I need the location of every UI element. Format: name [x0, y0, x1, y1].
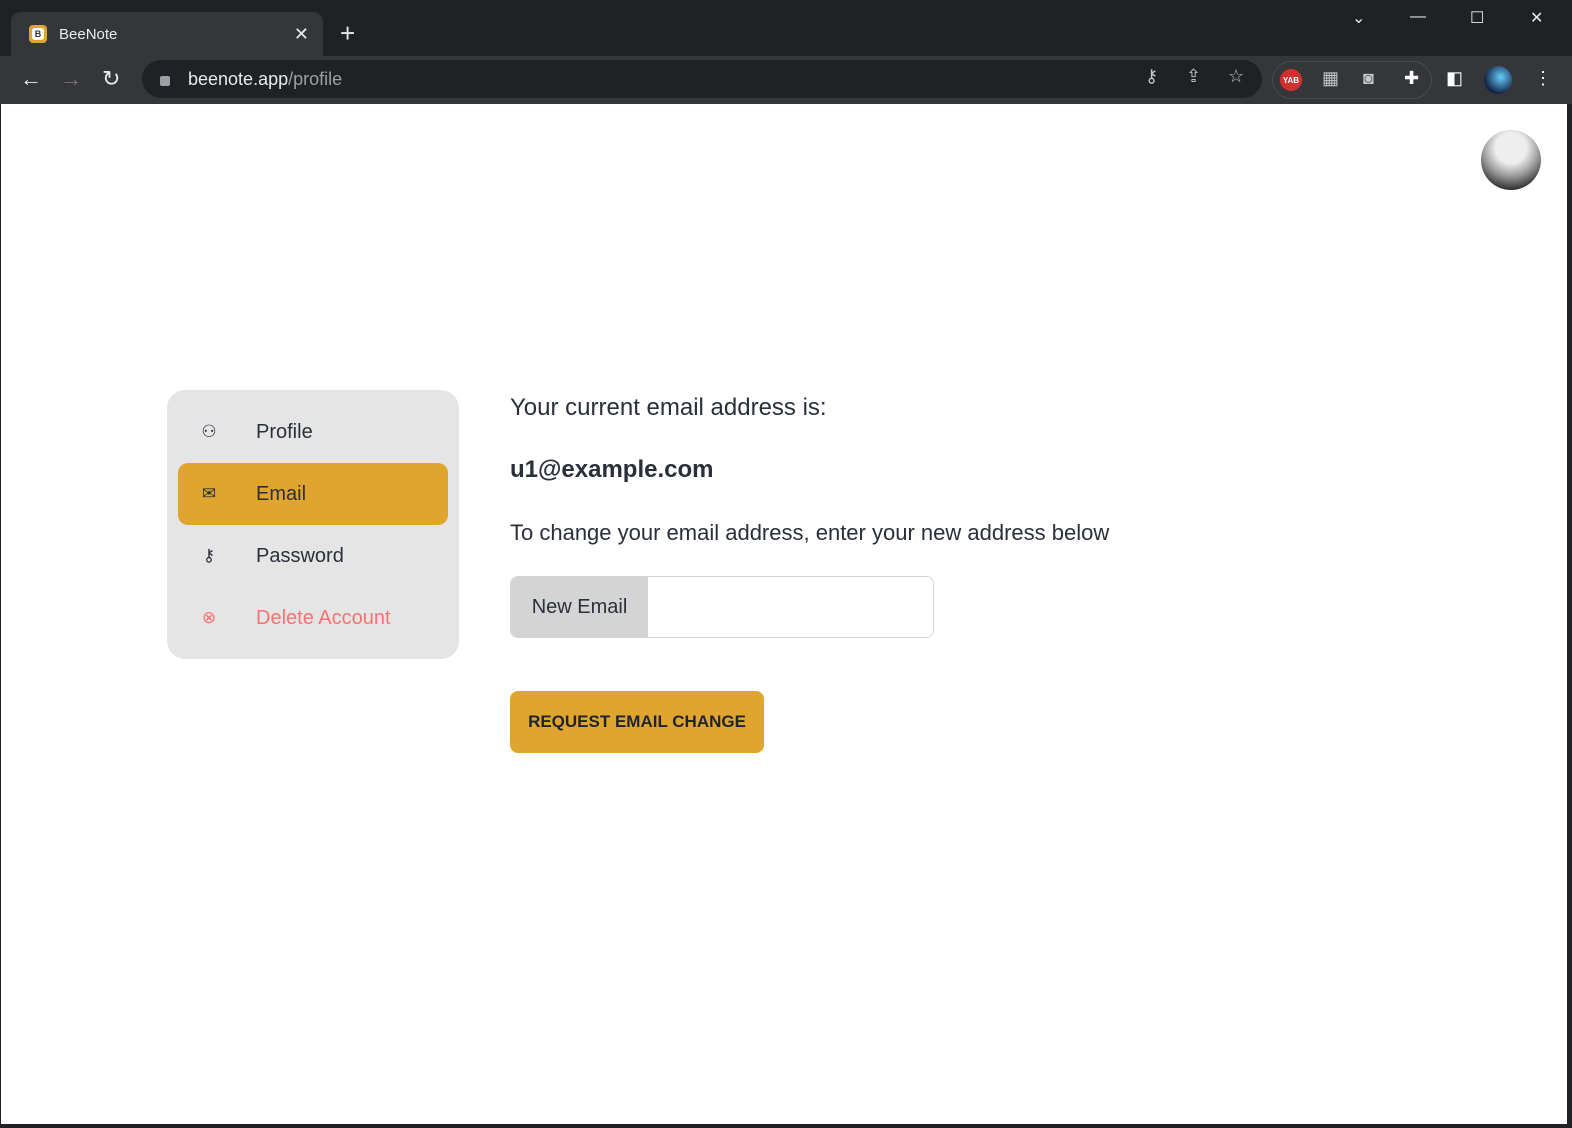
sidebar-item-label: Password [256, 544, 344, 567]
new-email-label: New Email [511, 577, 648, 637]
email-settings-panel: Your current email address is: u1@exampl… [510, 394, 1109, 753]
current-email-label: Your current email address is: [510, 394, 827, 421]
tab-search-icon[interactable]: ⌄ [1352, 8, 1365, 28]
new-email-input[interactable] [648, 577, 933, 637]
password-key-icon[interactable]: ⚷ [1145, 66, 1158, 87]
side-panel-icon[interactable]: ◧ [1446, 68, 1463, 89]
forward-icon[interactable]: → [60, 66, 82, 92]
current-email-value: u1@example.com [510, 456, 714, 483]
sidebar-item-label: Delete Account [256, 606, 391, 629]
sidebar-item-label: Email [256, 482, 307, 505]
sidebar-item-label: Profile [256, 420, 313, 443]
user-avatar[interactable] [1481, 130, 1541, 190]
mail-icon: ✉ [201, 484, 217, 503]
browser-toolbar: ← → ↻ beenote.app/profile ⚷ ⇪ ☆ YAB ▦ ◙ … [0, 56, 1572, 104]
camera-extension-icon[interactable]: ◙ [1363, 68, 1374, 89]
address-bar[interactable]: beenote.app/profile [142, 60, 1262, 98]
yab-extension-icon[interactable]: YAB [1280, 69, 1302, 91]
request-email-change-button[interactable]: REQUEST EMAIL CHANGE [510, 691, 764, 753]
maximize-button[interactable]: ☐ [1470, 8, 1484, 28]
kebab-menu-icon[interactable]: ⋮ [1534, 68, 1552, 89]
beenote-favicon-icon: B [29, 25, 47, 43]
browser-profile-avatar[interactable] [1484, 66, 1512, 94]
chip-extension-icon[interactable]: ▦ [1322, 68, 1339, 89]
profile-sidebar-menu: ⚇ Profile ✉ Email ⚷ Password ⊗ Delete Accoun… [167, 390, 459, 659]
puzzle-extensions-icon[interactable]: ✚ [1404, 68, 1419, 89]
reload-icon[interactable]: ↻ [102, 66, 120, 92]
lock-icon [160, 76, 170, 86]
user-icon: ⚇ [201, 422, 217, 441]
tab-title: BeeNote [59, 25, 118, 43]
favicon-letter: B [32, 28, 44, 40]
minimize-button[interactable]: — [1410, 8, 1426, 26]
new-email-input-group: New Email [510, 576, 934, 638]
page-content: ⚇ Profile ✉ Email ⚷ Password ⊗ Delete Accoun… [1, 104, 1567, 1124]
browser-tab[interactable]: B BeeNote ✕ [11, 12, 323, 56]
sidebar-item-profile[interactable]: ⚇ Profile [178, 401, 448, 463]
change-email-instructions: To change your email address, enter your… [510, 520, 1110, 545]
close-tab-icon[interactable]: ✕ [294, 24, 309, 45]
bookmark-star-icon[interactable]: ☆ [1228, 66, 1244, 87]
sidebar-item-password[interactable]: ⚷ Password [178, 525, 448, 587]
url-host: beenote.app [188, 68, 289, 89]
new-tab-button[interactable]: + [340, 18, 355, 49]
sidebar-item-email[interactable]: ✉ Email [178, 463, 448, 525]
share-icon[interactable]: ⇪ [1186, 66, 1201, 87]
key-icon: ⚷ [202, 546, 216, 565]
close-window-button[interactable]: ✕ [1530, 8, 1543, 28]
url-path: /profile [288, 68, 343, 89]
back-icon[interactable]: ← [20, 66, 42, 92]
sidebar-item-delete-account[interactable]: ⊗ Delete Account [178, 587, 448, 649]
circle-x-icon: ⊗ [201, 608, 217, 627]
tab-strip: B BeeNote ✕ + ⌄ — ☐ ✕ [0, 0, 1572, 56]
